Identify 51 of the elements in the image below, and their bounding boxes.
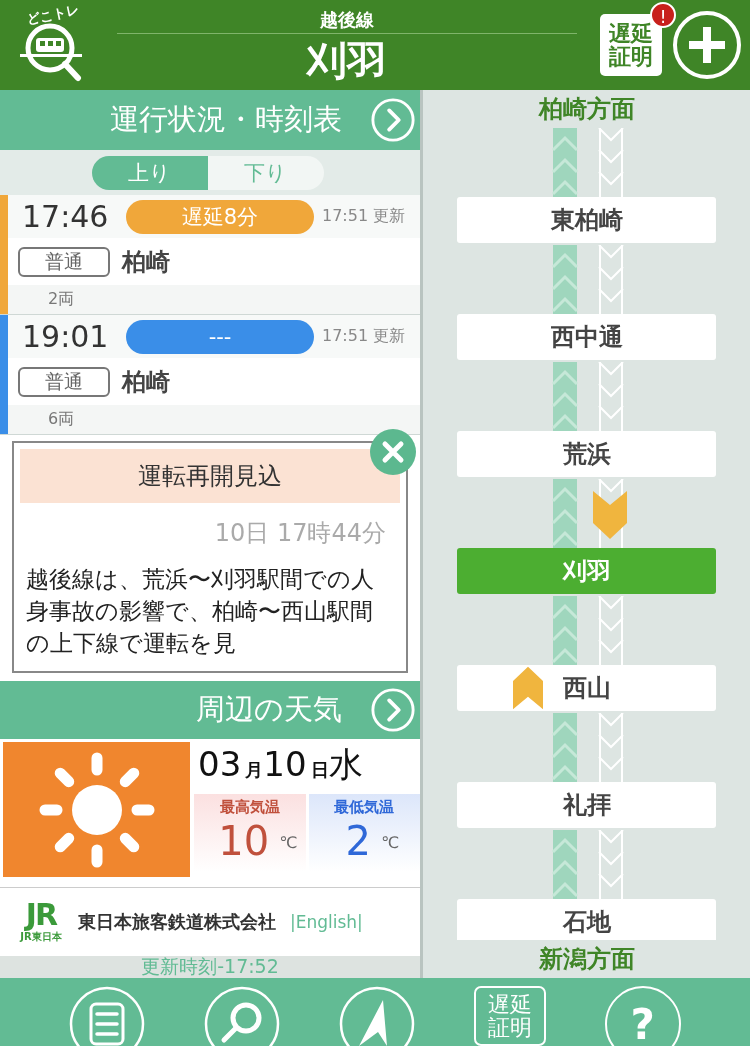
- update-time: 17:51 更新: [322, 206, 406, 227]
- delay-certificate-button[interactable]: 遅延証明: [600, 14, 662, 76]
- train-type: 普通: [18, 246, 110, 277]
- train-row[interactable]: 17:46 遅延8分 17:51 更新 普通 柏崎 2両: [0, 195, 420, 315]
- temperature-unit: ℃: [381, 833, 399, 852]
- up-train-marker-icon[interactable]: [513, 666, 543, 710]
- location-arrow-button[interactable]: [339, 986, 415, 1046]
- departure-time: 17:46: [22, 199, 110, 234]
- car-count: 2両: [48, 289, 75, 310]
- section-title: 周辺の天気: [196, 691, 342, 728]
- plus-icon: [672, 10, 742, 80]
- train-row[interactable]: 19:01 --- 17:51 更新 普通 柏崎 6両: [0, 315, 420, 435]
- station-name: 刈羽: [307, 37, 387, 84]
- station-item[interactable]: 西中通: [457, 314, 716, 360]
- destination: 柏崎: [122, 366, 170, 398]
- chevron-right-icon[interactable]: [370, 687, 416, 733]
- destination: 柏崎: [122, 246, 170, 278]
- notice-text: 越後線は、荒浜〜刈羽駅間での人身事故の影響で、柏崎〜西山駅間の上下線で運転を見: [25, 565, 375, 658]
- alert-badge: !: [650, 2, 676, 28]
- temperature-value: 2: [345, 817, 371, 865]
- delay-status: 遅延8分: [126, 199, 314, 234]
- company-logo: JR JR東日本: [18, 900, 63, 944]
- car-count: 6両: [48, 409, 75, 430]
- line-name: 越後線: [320, 8, 374, 31]
- temperature-unit: ℃: [279, 833, 298, 852]
- direction-label: 柏崎方面: [537, 94, 636, 125]
- close-icon: [370, 429, 416, 475]
- chevron-right-icon[interactable]: [370, 97, 416, 143]
- departure-time: 19:01: [22, 319, 110, 354]
- section-title: 運行状況・時刻表: [110, 101, 342, 138]
- search-button[interactable]: [204, 986, 281, 1046]
- add-button[interactable]: [672, 10, 742, 80]
- station-item[interactable]: 東柏崎: [457, 197, 716, 243]
- update-time: 17:51 更新: [322, 326, 406, 347]
- weather-date: 03 月 10 日水: [197, 743, 364, 786]
- close-button[interactable]: [370, 429, 416, 475]
- station-item[interactable]: 礼拝: [457, 782, 716, 828]
- station-item[interactable]: 西山: [457, 665, 716, 711]
- temperature-value: 10: [218, 817, 270, 865]
- down-train-marker-icon[interactable]: [593, 491, 627, 539]
- station-item[interactable]: 荒浜: [457, 431, 716, 477]
- train-type: 普通: [18, 366, 110, 397]
- temperature-label: 最低気温: [334, 798, 395, 817]
- notice-title: 運転再開見込: [20, 449, 400, 503]
- notice-time: 10日 17時44分: [213, 518, 387, 549]
- delay-status: ---: [126, 319, 314, 354]
- last-updated: 更新時刻-17:52: [141, 956, 279, 978]
- company-name: 東日本旅客鉄道株式会社: [78, 910, 276, 934]
- temperature-label: 最高気温: [219, 798, 280, 817]
- menu-button[interactable]: [69, 986, 146, 1046]
- station-item[interactable]: 石地: [457, 899, 716, 940]
